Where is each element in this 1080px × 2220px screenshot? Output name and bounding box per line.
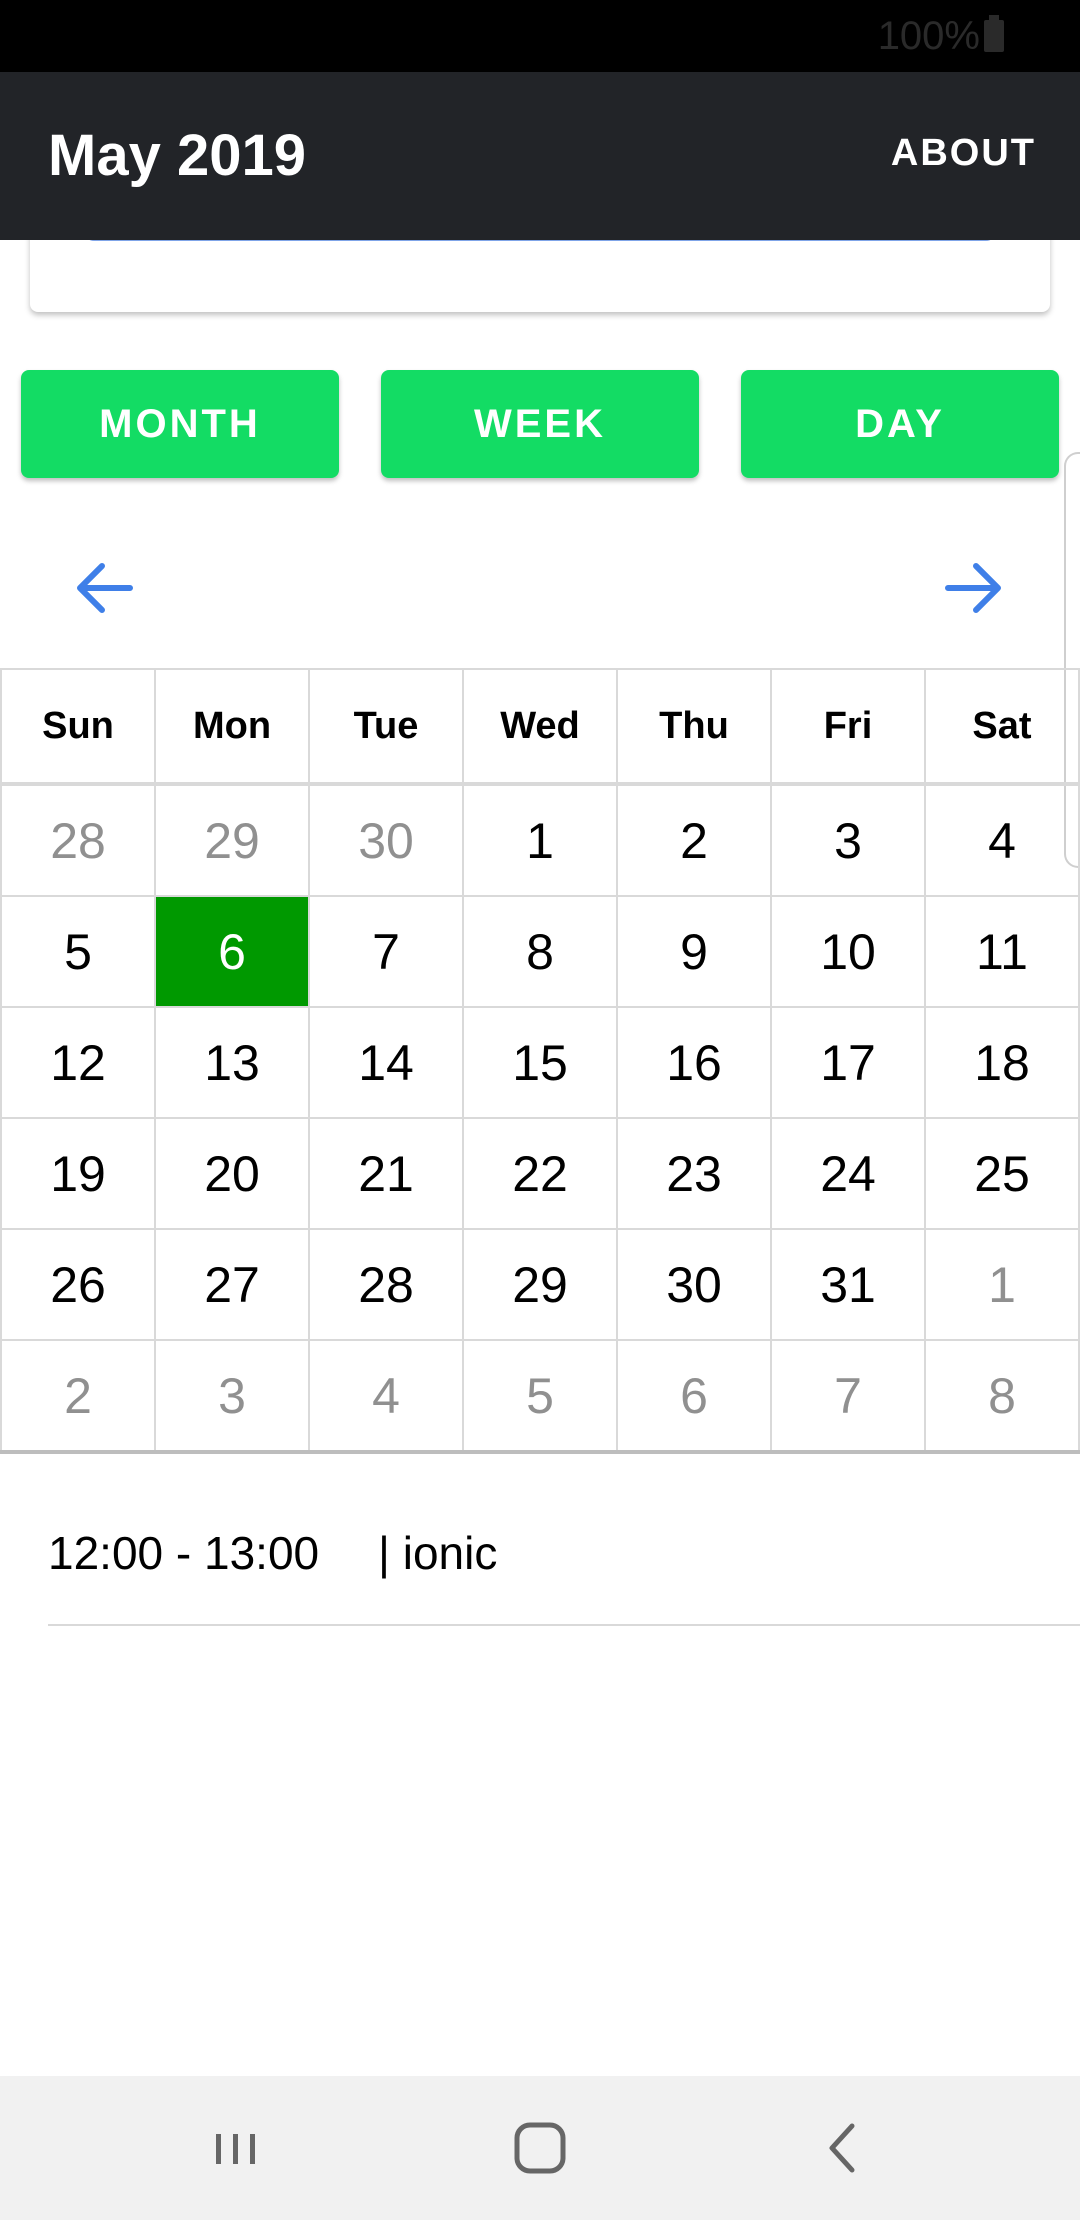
calendar-day[interactable]: 11: [924, 895, 1080, 1008]
month-calendar: Sun Mon Tue Wed Thu Fri Sat 28 29 30 1 2 3 4 5 6 7 8 9 10 1…: [0, 668, 1080, 1454]
calendar-day[interactable]: 23: [616, 1117, 772, 1230]
calendar-grid: 28 29 30 1 2 3 4 5 6 7 8 9 10 11 12 13 14 15 16 17 18 19 20 21 2…: [0, 783, 1080, 1454]
calendar-day[interactable]: 29: [462, 1228, 618, 1341]
system-navigation-bar: [0, 2076, 1080, 2220]
weekday-header: Thu: [616, 668, 772, 786]
calendar-day[interactable]: 4: [924, 783, 1080, 897]
calendar-day[interactable]: 9: [616, 895, 772, 1008]
calendar-day[interactable]: 22: [462, 1117, 618, 1230]
next-month-arrow-icon[interactable]: [940, 555, 1006, 621]
calendar-week-row: 28 29 30 1 2 3 4: [0, 783, 1080, 897]
calendar-day[interactable]: 12: [0, 1006, 156, 1119]
about-button[interactable]: ABOUT: [891, 132, 1036, 175]
calendar-day[interactable]: 21: [308, 1117, 464, 1230]
calendar-week-row: 12 13 14 15 16 17 18: [0, 1006, 1080, 1119]
calendar-week-row: 26 27 28 29 30 31 1: [0, 1228, 1080, 1341]
calendar-week-row: 5 6 7 8 9 10 11: [0, 895, 1080, 1008]
battery-icon: [984, 15, 1004, 52]
event-list-item[interactable]: 12:00 - 13:00 | ionic: [48, 1470, 1080, 1626]
calendar-day[interactable]: 18: [924, 1006, 1080, 1119]
calendar-day[interactable]: 3: [770, 783, 926, 897]
calendar-day[interactable]: 20: [154, 1117, 310, 1230]
calendar-day[interactable]: 10: [770, 895, 926, 1008]
calendar-day[interactable]: 7: [308, 895, 464, 1008]
calendar-day[interactable]: 31: [770, 1228, 926, 1341]
weekday-header: Wed: [462, 668, 618, 786]
calendar-day[interactable]: 13: [154, 1006, 310, 1119]
calendar-day[interactable]: 8: [924, 1339, 1080, 1454]
recent-apps-icon[interactable]: [196, 2112, 276, 2184]
day-view-button[interactable]: DAY: [741, 370, 1059, 478]
app-toolbar: May 2019 ABOUT: [0, 72, 1080, 240]
calendar-day[interactable]: 2: [616, 783, 772, 897]
calendar-day[interactable]: 7: [770, 1339, 926, 1454]
home-icon[interactable]: [500, 2112, 580, 2184]
calendar-day[interactable]: 29: [154, 783, 310, 897]
event-time: 12:00 - 13:00: [48, 1527, 320, 1579]
page-title: May 2019: [48, 123, 306, 188]
calendar-day[interactable]: 27: [154, 1228, 310, 1341]
calendar-day[interactable]: 28: [308, 1228, 464, 1341]
calendar-day[interactable]: 19: [0, 1117, 156, 1230]
previous-month-arrow-icon[interactable]: [72, 555, 138, 621]
calendar-day[interactable]: 4: [308, 1339, 464, 1454]
weekday-header-row: Sun Mon Tue Wed Thu Fri Sat: [0, 668, 1080, 786]
calendar-day[interactable]: 26: [0, 1228, 156, 1341]
calendar-week-row: 19 20 21 22 23 24 25: [0, 1117, 1080, 1230]
battery-percentage: 100%: [877, 14, 980, 58]
calendar-day[interactable]: 3: [154, 1339, 310, 1454]
back-icon[interactable]: [802, 2112, 882, 2184]
weekday-header: Fri: [770, 668, 926, 786]
calendar-week-row: 2345678: [0, 1339, 1080, 1454]
calendar-day-selected[interactable]: 6: [154, 895, 310, 1008]
calendar-day[interactable]: 30: [308, 783, 464, 897]
weekday-header: Sun: [0, 668, 156, 786]
calendar-day[interactable]: 15: [462, 1006, 618, 1119]
calendar-day[interactable]: 8: [462, 895, 618, 1008]
calendar-day[interactable]: 5: [0, 895, 156, 1008]
calendar-day[interactable]: 5: [462, 1339, 618, 1454]
calendar-day[interactable]: 28: [0, 783, 156, 897]
weekday-header: Sat: [924, 668, 1080, 786]
calendar-day[interactable]: 16: [616, 1006, 772, 1119]
calendar-day[interactable]: 2: [0, 1339, 156, 1454]
month-view-button[interactable]: MONTH: [21, 370, 339, 478]
calendar-day[interactable]: 1: [462, 783, 618, 897]
calendar-day[interactable]: 1: [924, 1228, 1080, 1341]
weekday-header: Tue: [308, 668, 464, 786]
calendar-day[interactable]: 25: [924, 1117, 1080, 1230]
status-bar: 100%: [0, 0, 1080, 72]
calendar-day[interactable]: 24: [770, 1117, 926, 1230]
event-title: | ionic: [378, 1527, 498, 1579]
week-view-button[interactable]: WEEK: [381, 370, 699, 478]
calendar-day[interactable]: 30: [616, 1228, 772, 1341]
weekday-header: Mon: [154, 668, 310, 786]
calendar-day[interactable]: 6: [616, 1339, 772, 1454]
calendar-day[interactable]: 17: [770, 1006, 926, 1119]
calendar-day[interactable]: 14: [308, 1006, 464, 1119]
